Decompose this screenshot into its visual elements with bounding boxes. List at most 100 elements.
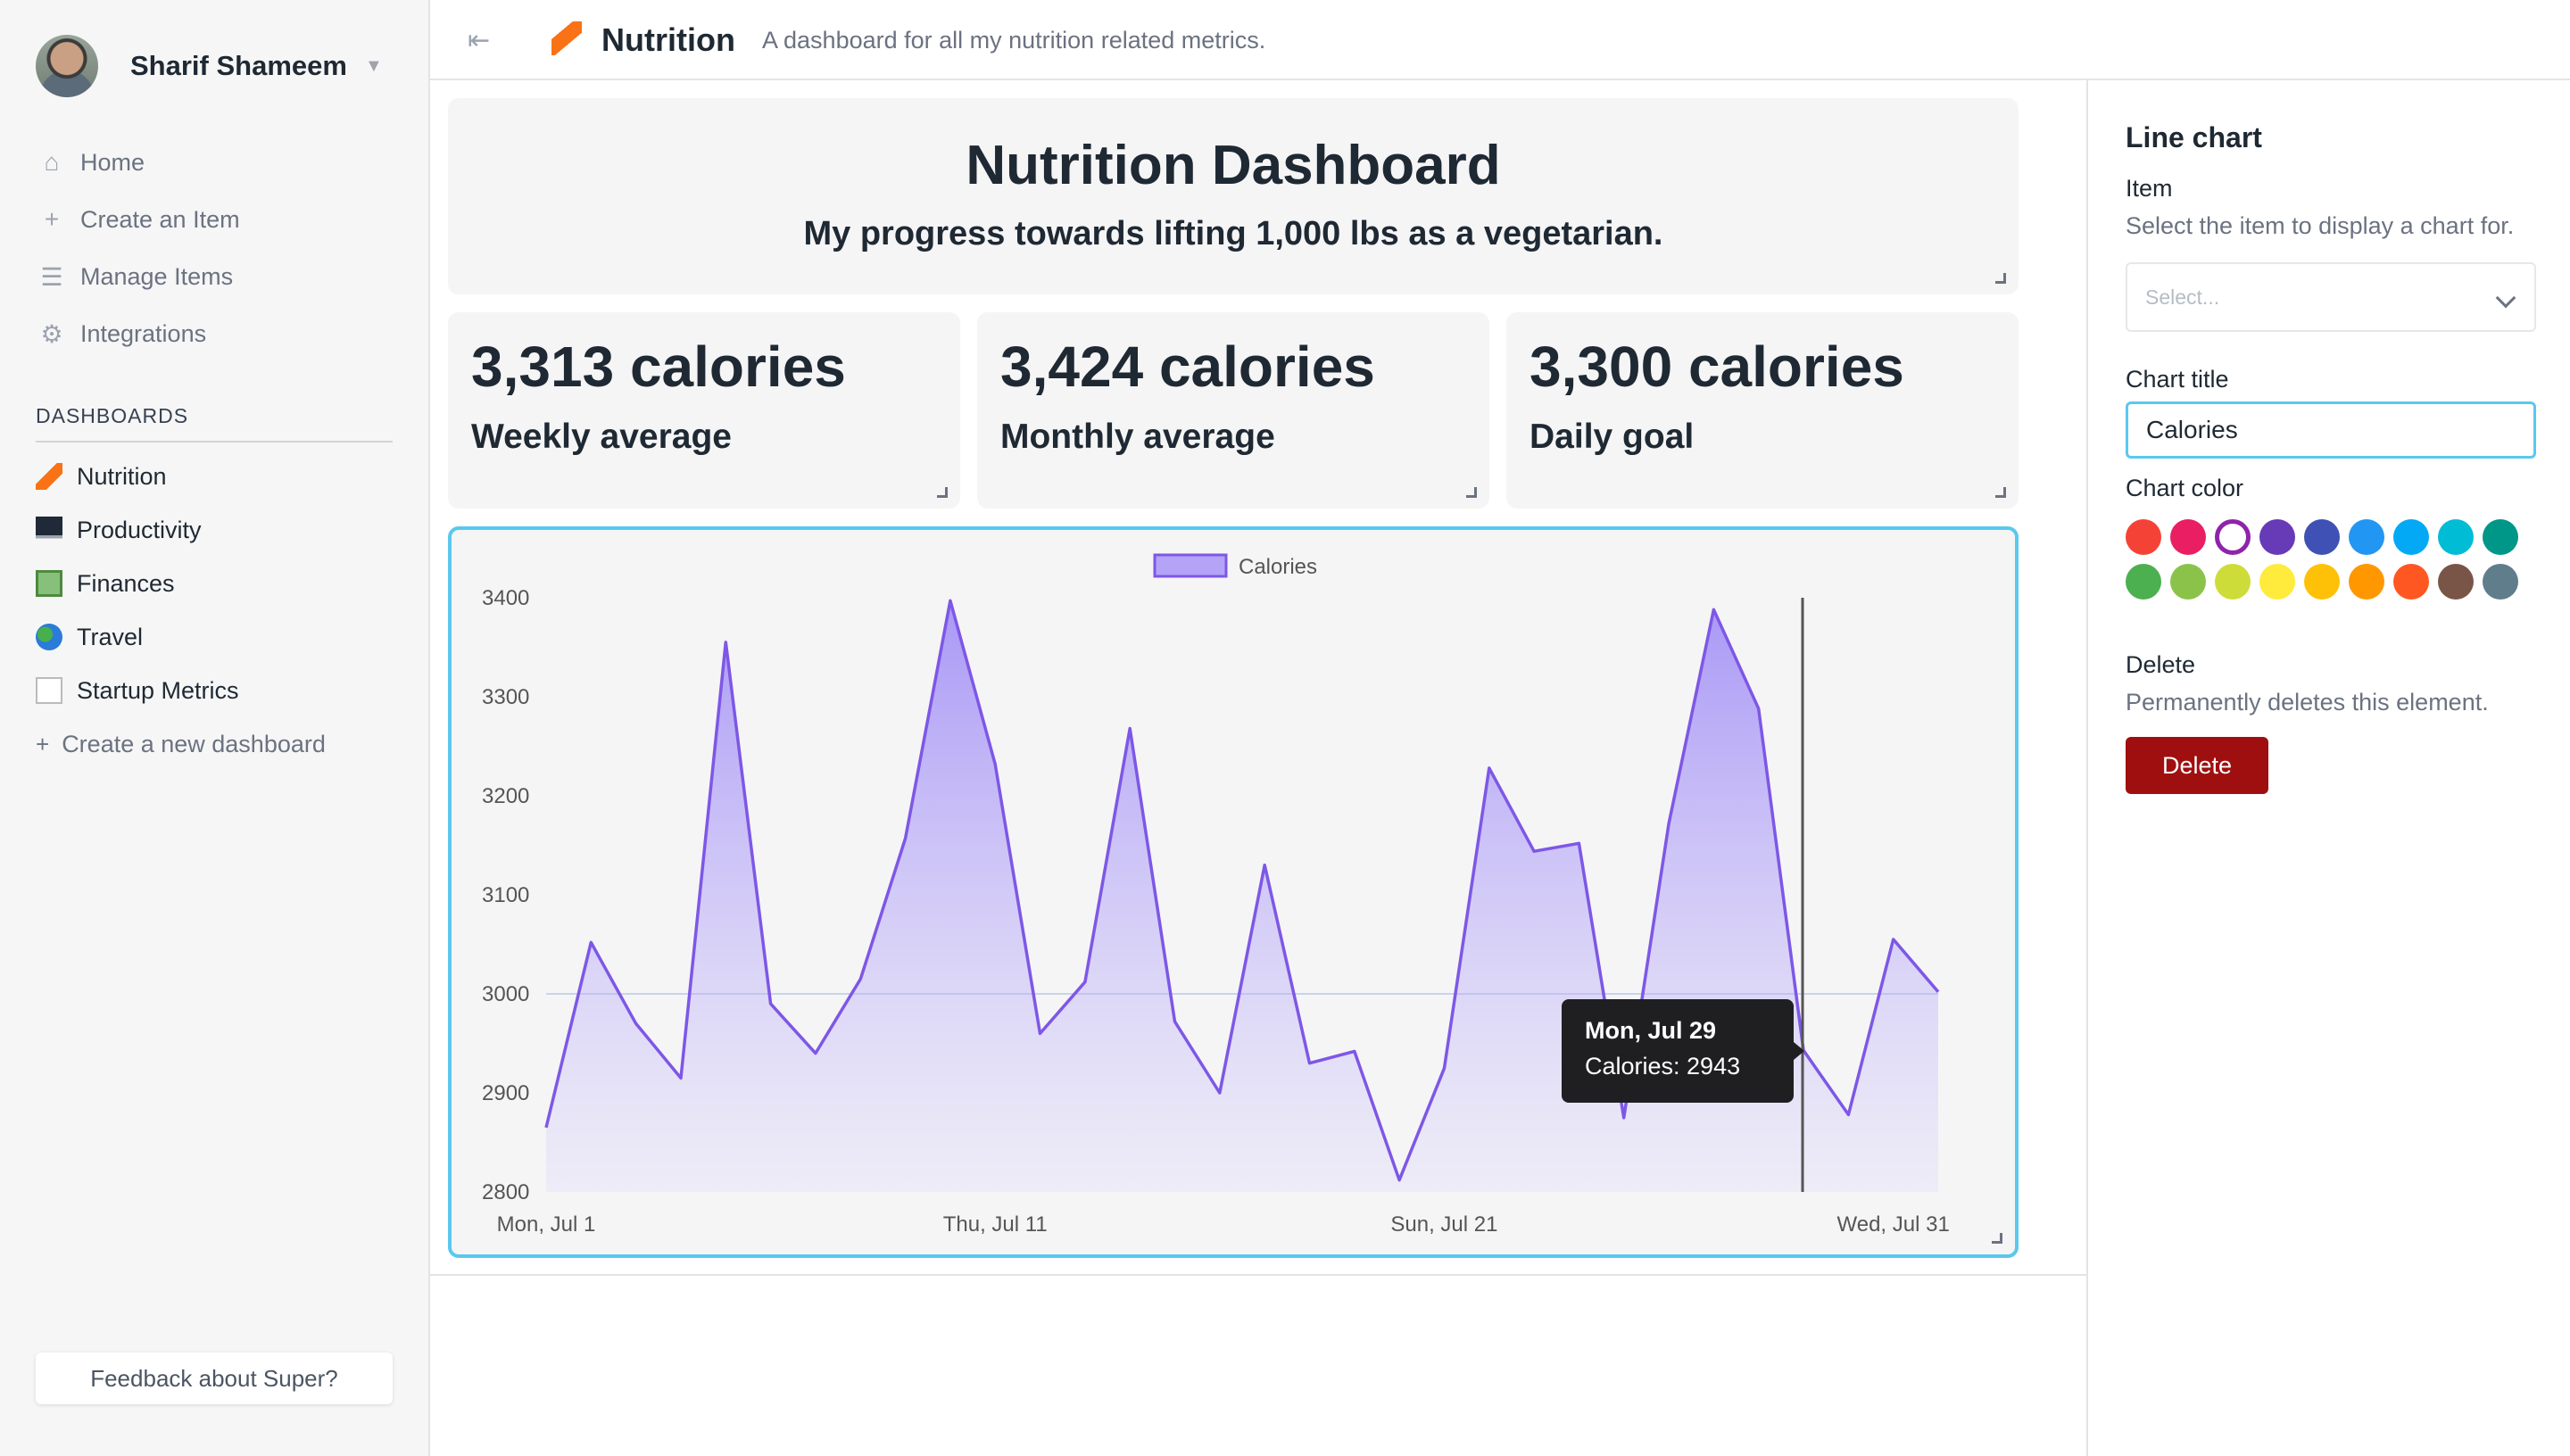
dashboard-item-label: Nutrition — [77, 462, 167, 490]
carrot-icon — [36, 463, 62, 490]
x-tick-label: Sun, Jul 21 — [1390, 1212, 1497, 1237]
color-swatch[interactable] — [2215, 519, 2251, 555]
color-swatch[interactable] — [2126, 519, 2161, 555]
color-swatch[interactable] — [2215, 564, 2251, 600]
legend-swatch — [1153, 553, 1228, 578]
delete-help: Permanently deletes this element. — [2126, 689, 2489, 716]
color-swatch[interactable] — [2170, 564, 2206, 600]
title-card[interactable]: Nutrition Dashboard My progress towards … — [448, 98, 2019, 294]
feedback-button[interactable]: Feedback about Super? — [36, 1353, 393, 1404]
plus-icon: + — [36, 730, 50, 757]
color-swatch[interactable] — [2170, 519, 2206, 555]
color-swatch[interactable] — [2438, 564, 2474, 600]
stat-label: Weekly average — [471, 418, 732, 456]
delete-button[interactable]: Delete — [2126, 737, 2268, 794]
nav-item-label: Create an Item — [80, 205, 240, 233]
stat-value: 3,313 calories — [471, 335, 846, 399]
color-swatch[interactable] — [2126, 564, 2161, 600]
legend-label: Calories — [1239, 555, 1317, 579]
color-swatch[interactable] — [2349, 519, 2384, 555]
stat-card-weekly[interactable]: 3,313 calories Weekly average — [448, 312, 960, 509]
dashboard-item-label: Finances — [77, 569, 175, 597]
y-tick-label: 3300 — [482, 685, 529, 709]
dashboard-item-label: Travel — [77, 623, 144, 650]
resize-handle[interactable] — [1466, 487, 1477, 498]
resize-handle[interactable] — [1995, 487, 2006, 498]
avatar — [36, 35, 98, 97]
y-tick-label: 3200 — [482, 784, 529, 808]
dashboard-item-startup-metrics[interactable]: Startup Metrics — [36, 664, 326, 717]
stat-label: Monthly average — [1000, 418, 1275, 456]
dashboard-item-productivity[interactable]: Productivity — [36, 503, 326, 557]
sidebar: Sharif Shameem ▼ ⌂ Home + Create an Item… — [0, 0, 430, 1456]
create-dashboard-label: Create a new dashboard — [62, 730, 326, 757]
header: ⇤ Nutrition A dashboard for all my nutri… — [430, 0, 2570, 80]
chart-title-input[interactable] — [2126, 401, 2536, 459]
item-label: Item — [2126, 175, 2173, 202]
carrot-icon — [551, 21, 582, 55]
user-name: Sharif Shameem — [130, 50, 347, 81]
nav-item-manage[interactable]: ☰ Manage Items — [36, 248, 240, 305]
chart-icon — [36, 677, 62, 704]
stat-value: 3,300 calories — [1530, 335, 1904, 399]
properties-panel: Line chart Item Select the item to displ… — [2086, 80, 2570, 1456]
calories-chart: 3400 3300 3200 3100 3000 2900 2800 Mon, Jul 1 Th… — [482, 553, 1950, 1237]
color-swatch[interactable] — [2483, 519, 2518, 555]
collapse-sidebar-icon[interactable]: ⇤ — [468, 25, 490, 56]
dashboard-item-travel[interactable]: Travel — [36, 610, 326, 664]
globe-icon — [36, 624, 62, 650]
color-swatch[interactable] — [2393, 564, 2429, 600]
chart-title-label: Chart title — [2126, 366, 2229, 393]
list-icon: ☰ — [40, 262, 63, 291]
item-select[interactable]: Select... — [2126, 262, 2536, 332]
y-tick-label: 3000 — [482, 982, 529, 1006]
nav-item-label: Integrations — [80, 319, 207, 347]
dashboard-item-finances[interactable]: Finances — [36, 557, 326, 610]
dashboard-subtitle: My progress towards lifting 1,000 lbs as… — [803, 215, 1663, 252]
nav-item-label: Home — [80, 148, 145, 176]
x-tick-label: Wed, Jul 31 — [1837, 1212, 1950, 1237]
color-swatches — [2126, 519, 2545, 608]
plus-icon: + — [44, 205, 60, 233]
dashboard-item-label: Startup Metrics — [77, 676, 239, 704]
color-swatch[interactable] — [2349, 564, 2384, 600]
dashboard-item-nutrition[interactable]: Nutrition — [36, 450, 326, 503]
resize-handle[interactable] — [937, 487, 948, 498]
tooltip-box — [1562, 999, 1794, 1103]
resize-handle[interactable] — [1995, 273, 2006, 284]
item-help: Select the item to display a chart for. — [2126, 212, 2515, 239]
line-chart-card[interactable]: 3400 3300 3200 3100 3000 2900 2800 Mon, Jul 1 Th… — [448, 526, 2019, 1258]
dashboard-item-label: Productivity — [77, 516, 202, 543]
y-tick-label: 3400 — [482, 586, 529, 610]
delete-label: Delete — [2126, 651, 2196, 678]
color-swatch[interactable] — [2483, 564, 2518, 600]
color-swatch[interactable] — [2304, 564, 2340, 600]
color-swatch[interactable] — [2393, 519, 2429, 555]
nav-item-label: Manage Items — [80, 262, 234, 290]
dashboards-heading: DASHBOARDS — [36, 404, 393, 443]
chevron-down-icon — [2495, 287, 2516, 309]
money-icon — [36, 570, 62, 597]
color-swatch[interactable] — [2259, 564, 2295, 600]
nav-item-create[interactable]: + Create an Item — [36, 191, 240, 248]
home-icon: ⌂ — [44, 148, 60, 176]
stat-card-daily-goal[interactable]: 3,300 calories Daily goal — [1506, 312, 2019, 509]
nav-item-integrations[interactable]: ⚙ Integrations — [36, 305, 240, 362]
app: Sharif Shameem ▼ ⌂ Home + Create an Item… — [0, 0, 2570, 1456]
color-swatch[interactable] — [2304, 519, 2340, 555]
color-swatch[interactable] — [2259, 519, 2295, 555]
stat-card-monthly[interactable]: 3,424 calories Monthly average — [977, 312, 1489, 509]
page-description: A dashboard for all my nutrition related… — [762, 27, 1266, 54]
series-area-calories — [546, 600, 1938, 1192]
tooltip-body: Calories: 2943 — [1585, 1053, 1740, 1080]
x-tick-label: Thu, Jul 11 — [943, 1212, 1048, 1237]
resize-handle[interactable] — [1992, 1233, 2002, 1244]
nav-item-home[interactable]: ⌂ Home — [36, 134, 240, 191]
dashboard-title: Nutrition Dashboard — [966, 135, 1501, 196]
color-swatch[interactable] — [2438, 519, 2474, 555]
user-menu[interactable]: Sharif Shameem ▼ — [36, 30, 383, 102]
create-dashboard-link[interactable]: + Create a new dashboard — [36, 717, 326, 771]
page-title: Nutrition — [601, 21, 735, 58]
dashboard-list: Nutrition Productivity Finances Travel S… — [36, 450, 326, 771]
panel-title: Line chart — [2126, 121, 2262, 153]
